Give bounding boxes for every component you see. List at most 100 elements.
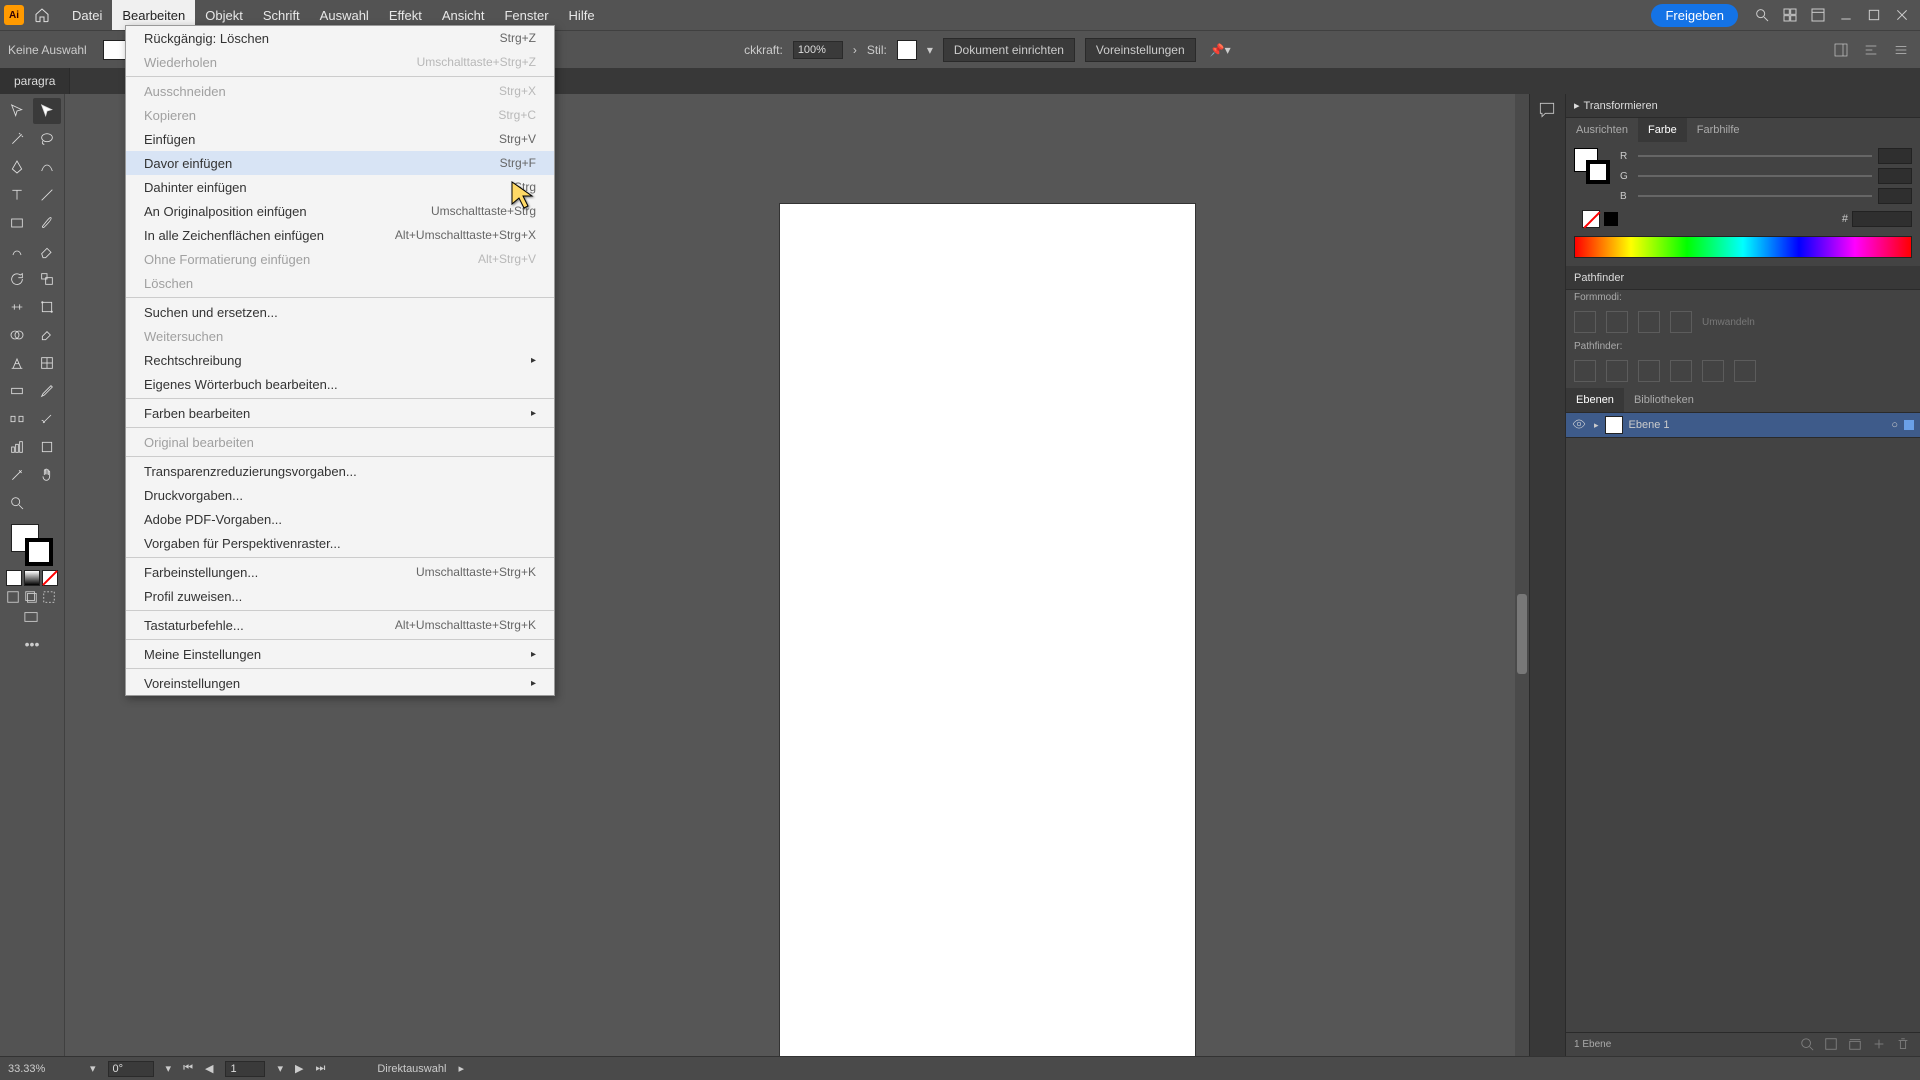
color-mode-none[interactable] (42, 570, 58, 586)
new-layer-icon[interactable] (1872, 1037, 1888, 1053)
scale-tool[interactable] (33, 266, 61, 292)
target-icon[interactable]: ○ (1891, 419, 1898, 431)
chevron-down-icon[interactable]: ▾ (90, 1062, 96, 1075)
draw-inside-icon[interactable] (42, 590, 58, 606)
none-swatch[interactable] (1582, 210, 1600, 228)
menu-paste-back[interactable]: Dahinter einfügenStrg (126, 175, 554, 199)
opacity-input[interactable] (793, 41, 843, 59)
minus-back-icon[interactable] (1734, 360, 1756, 382)
exclude-icon[interactable] (1670, 311, 1692, 333)
style-swatch[interactable] (897, 40, 917, 60)
visibility-icon[interactable] (1572, 417, 1588, 433)
comment-icon[interactable] (1537, 100, 1559, 122)
rotate-input[interactable] (108, 1061, 154, 1077)
menu-perspective-presets[interactable]: Vorgaben für Perspektivenraster... (126, 531, 554, 555)
artboard[interactable] (780, 204, 1195, 1056)
symbol-sprayer-tool[interactable] (33, 406, 61, 432)
screen-mode-icon[interactable] (24, 610, 40, 626)
slice-tool[interactable] (3, 462, 31, 488)
shape-builder-tool[interactable] (3, 322, 31, 348)
expand-arrow-icon[interactable]: ▸ (1594, 420, 1599, 431)
pin-icon[interactable]: 📌▾ (1210, 43, 1231, 57)
tab-farbhilfe[interactable]: Farbhilfe (1687, 118, 1750, 142)
direct-selection-tool[interactable] (33, 98, 61, 124)
divide-icon[interactable] (1574, 360, 1596, 382)
menu-edit-colors[interactable]: Farben bearbeiten▸ (126, 401, 554, 425)
close-icon[interactable] (1888, 1, 1916, 29)
paintbrush-tool[interactable] (33, 210, 61, 236)
align-icon[interactable] (1860, 39, 1882, 61)
curvature-tool[interactable] (33, 154, 61, 180)
lasso-tool[interactable] (33, 126, 61, 152)
menu-paste-place[interactable]: An Originalposition einfügenUmschalttast… (126, 199, 554, 223)
delete-layer-icon[interactable] (1896, 1037, 1912, 1053)
spectrum-bar[interactable] (1574, 236, 1912, 258)
menu-print-presets[interactable]: Druckvorgaben... (126, 483, 554, 507)
menu-preferences[interactable]: Voreinstellungen▸ (126, 671, 554, 695)
free-transform-tool[interactable] (33, 294, 61, 320)
more-tools-icon[interactable]: ••• (25, 636, 40, 652)
zoom-tool[interactable] (3, 490, 31, 516)
zoom-level[interactable]: 33.33% (8, 1063, 78, 1075)
home-icon[interactable] (30, 3, 54, 27)
minus-front-icon[interactable] (1606, 311, 1628, 333)
shaper-tool[interactable] (3, 238, 31, 264)
chevron-down-icon[interactable]: ▾ (277, 1062, 283, 1075)
menu-find-replace[interactable]: Suchen und ersetzen... (126, 300, 554, 324)
tab-bibliotheken[interactable]: Bibliotheken (1624, 388, 1704, 412)
panel-toggle-icon[interactable] (1830, 39, 1852, 61)
stroke-color[interactable] (25, 538, 53, 566)
draw-normal-icon[interactable] (6, 590, 22, 606)
line-tool[interactable] (33, 182, 61, 208)
tab-ausrichten[interactable]: Ausrichten (1566, 118, 1638, 142)
eraser-tool[interactable] (33, 238, 61, 264)
menu-my-settings[interactable]: Meine Einstellungen▸ (126, 642, 554, 666)
menu-pdf-presets[interactable]: Adobe PDF-Vorgaben... (126, 507, 554, 531)
tab-farbe[interactable]: Farbe (1638, 118, 1687, 142)
hex-input[interactable] (1852, 211, 1912, 227)
b-input[interactable] (1878, 188, 1912, 204)
menu-color-settings[interactable]: Farbeinstellungen...Umschalttaste+Strg+K (126, 560, 554, 584)
workspace-icon[interactable] (1804, 1, 1832, 29)
menu-paste[interactable]: EinfügenStrg+V (126, 127, 554, 151)
trim-icon[interactable] (1606, 360, 1628, 382)
chevron-right-icon[interactable]: › (853, 43, 857, 57)
menu-spelling[interactable]: Rechtschreibung▸ (126, 348, 554, 372)
artboard-nav-input[interactable] (225, 1061, 265, 1077)
menu-paste-front[interactable]: Davor einfügenStrg+F (126, 151, 554, 175)
transform-panel-header[interactable]: ▸Transformieren (1566, 94, 1920, 118)
menu-keyboard-shortcuts[interactable]: Tastaturbefehle...Alt+Umschalttaste+Strg… (126, 613, 554, 637)
prev-artboard-icon[interactable]: ◀ (205, 1062, 213, 1075)
minimize-icon[interactable] (1832, 1, 1860, 29)
layer-thumbnail[interactable] (1605, 416, 1623, 434)
draw-behind-icon[interactable] (24, 590, 40, 606)
chevron-down-icon[interactable]: ▾ (166, 1062, 172, 1075)
expand-button[interactable]: Umwandeln (1702, 317, 1755, 328)
document-setup-button[interactable]: Dokument einrichten (943, 38, 1075, 62)
pathfinder-header[interactable]: Pathfinder (1566, 266, 1920, 290)
hand-tool[interactable] (33, 462, 61, 488)
type-tool[interactable] (3, 182, 31, 208)
r-input[interactable] (1878, 148, 1912, 164)
rotate-tool[interactable] (3, 266, 31, 292)
live-paint-tool[interactable] (33, 322, 61, 348)
share-button[interactable]: Freigeben (1651, 4, 1738, 27)
first-artboard-icon[interactable]: ⏮ (183, 1062, 193, 1075)
artboard-tool[interactable] (33, 434, 61, 460)
chevron-right-icon[interactable]: ▸ (458, 1062, 464, 1075)
crop-icon[interactable] (1670, 360, 1692, 382)
color-proxy-panel[interactable] (1574, 148, 1610, 184)
rectangle-tool[interactable] (3, 210, 31, 236)
eyedropper-tool[interactable] (33, 378, 61, 404)
intersect-icon[interactable] (1638, 311, 1660, 333)
layer-row[interactable]: ▸ Ebene 1 ○ (1566, 412, 1920, 438)
g-input[interactable] (1878, 168, 1912, 184)
layer-name[interactable]: Ebene 1 (1629, 419, 1670, 431)
menu-hilfe[interactable]: Hilfe (559, 0, 605, 30)
color-proxy[interactable] (11, 524, 53, 566)
menu-assign-profile[interactable]: Profil zuweisen... (126, 584, 554, 608)
last-artboard-icon[interactable]: ⏭ (315, 1062, 325, 1075)
scrollbar-thumb[interactable] (1517, 594, 1527, 674)
next-artboard-icon[interactable]: ▶ (295, 1062, 303, 1075)
mesh-tool[interactable] (33, 350, 61, 376)
